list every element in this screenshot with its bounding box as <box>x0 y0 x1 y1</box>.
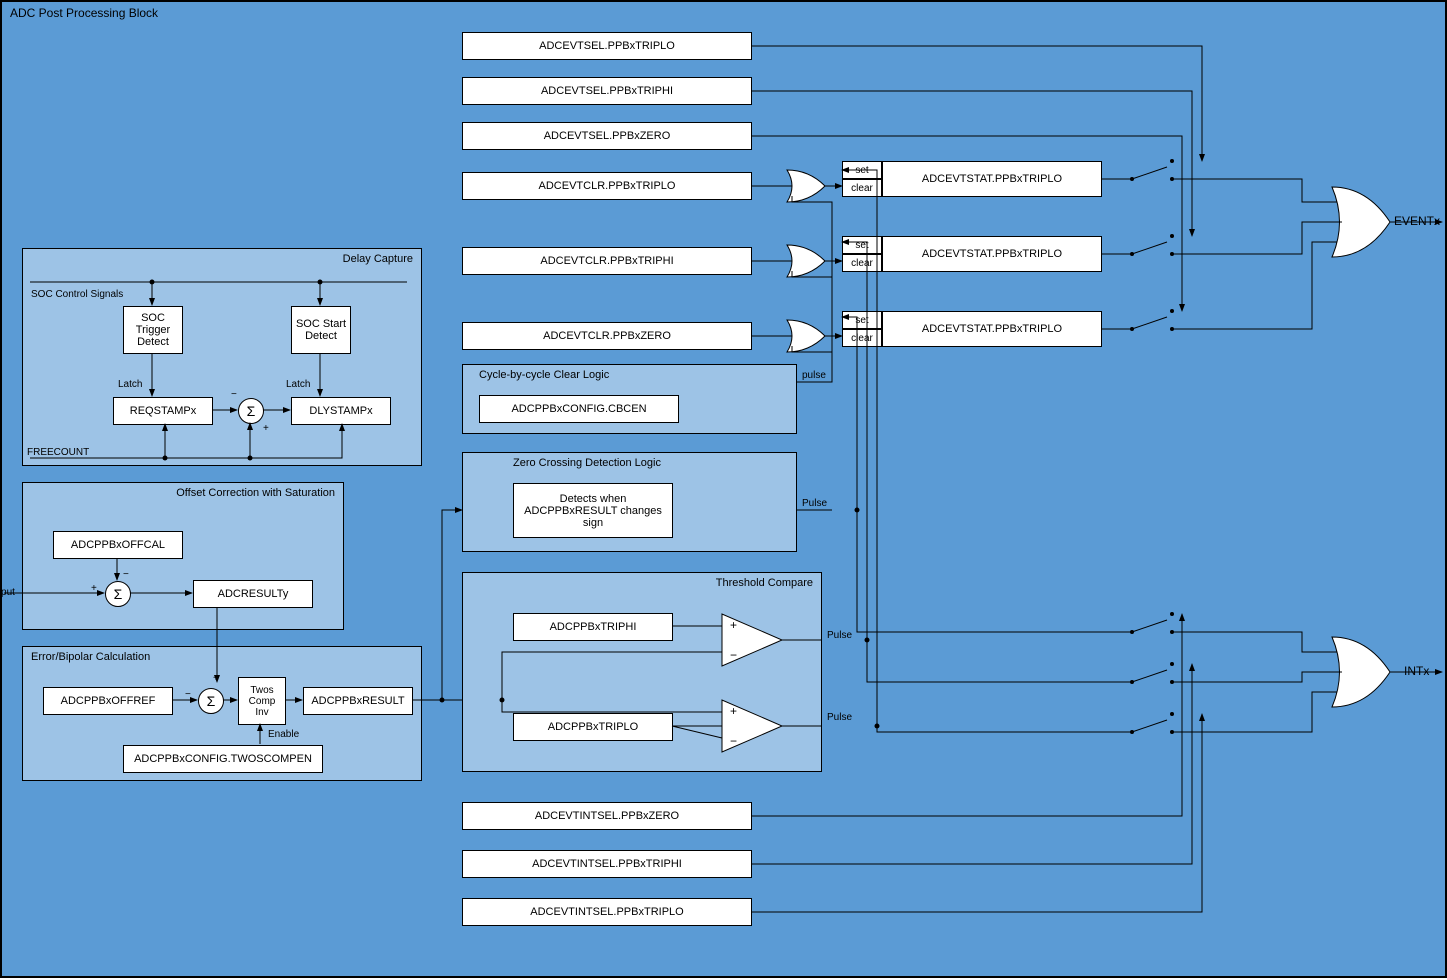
freecount-label: FREECOUNT <box>27 447 89 458</box>
zero-crossing-title: Zero Crossing Detection Logic <box>513 457 661 469</box>
cycle-clear-title: Cycle-by-cycle Clear Logic <box>479 369 609 381</box>
eventx-output: EVENTx <box>1394 214 1440 228</box>
threshold-block: Threshold Compare ADCPPBxTRIPHI ADCPPBxT… <box>462 572 822 772</box>
adcppbxresult: ADCPPBxRESULT <box>303 687 413 715</box>
reqstamp: REQSTAMPx <box>113 397 213 425</box>
reg-adcevtclr-triphi: ADCEVTCLR.PPBxTRIPHI <box>462 247 752 275</box>
adc-output-label: ADC Output <box>0 587 15 598</box>
triplo: ADCPPBxTRIPLO <box>513 713 673 741</box>
triphi: ADCPPBxTRIPHI <box>513 613 673 641</box>
clear-label-1: clear <box>842 179 882 197</box>
cycle-clear-block: Cycle-by-cycle Clear Logic ADCPPBxCONFIG… <box>462 364 797 434</box>
reg-adcevtstat-2: ADCEVTSTAT.PPBxTRIPLO <box>882 236 1102 272</box>
offcal: ADCPPBxOFFCAL <box>53 531 183 559</box>
reg-adcevtsel-triplo: ADCEVTSEL.PPBxTRIPLO <box>462 32 752 60</box>
sigma-offset: Σ <box>105 581 131 607</box>
adcresulty: ADCRESULTy <box>193 580 313 608</box>
pulse-label-3: Pulse <box>827 630 852 641</box>
reg-adcevtintsel-triphi: ADCEVTINTSEL.PPBxTRIPHI <box>462 850 752 878</box>
delay-capture-title: Delay Capture <box>343 253 413 265</box>
reg-adcevtsel-triphi: ADCEVTSEL.PPBxTRIPHI <box>462 77 752 105</box>
pulse-label-4: Pulse <box>827 712 852 723</box>
sigma-error: Σ <box>198 688 224 714</box>
reg-adcevtclr-triplo: ADCEVTCLR.PPBxTRIPLO <box>462 172 752 200</box>
reg-adcevtclr-zero: ADCEVTCLR.PPBxZERO <box>462 322 752 350</box>
plus-error: + <box>213 673 219 684</box>
delay-capture-block: Delay Capture SOC Control Signals SOC Tr… <box>22 248 422 466</box>
twoscompen: ADCPPBxCONFIG.TWOSCOMPEN <box>123 745 323 773</box>
pulse-label-2: Pulse <box>802 498 827 509</box>
plus-offset: + <box>91 583 97 594</box>
diagram-title: ADC Post Processing Block <box>10 6 158 20</box>
adc-post-processing-block: ADC Post Processing Block ADCEVTSEL.PPBx… <box>0 0 1447 978</box>
zero-detect: Detects when ADCPPBxRESULT changes sign <box>513 483 673 538</box>
pulse-label-1: pulse <box>802 370 826 381</box>
error-bipolar-title: Error/Bipolar Calculation <box>31 651 150 663</box>
reg-adcevtintsel-zero: ADCEVTINTSEL.PPBxZERO <box>462 802 752 830</box>
cbcen: ADCPPBxCONFIG.CBCEN <box>479 395 679 423</box>
offset-correction-block: Offset Correction with Saturation ADCPPB… <box>22 482 344 630</box>
sigma-delay: Σ <box>238 398 264 424</box>
latch-2: Latch <box>286 379 310 390</box>
offset-correction-title: Offset Correction with Saturation <box>176 487 335 499</box>
minus-error: − <box>185 689 191 700</box>
clear-label-2: clear <box>842 254 882 272</box>
minus-offset: − <box>123 569 129 580</box>
enable-label: Enable <box>268 729 299 740</box>
minus-delay: − <box>231 389 237 400</box>
intx-output: INTx <box>1404 664 1429 678</box>
set-label-1: set <box>842 161 882 179</box>
set-label-2: set <box>842 236 882 254</box>
plus-delay: + <box>263 423 269 434</box>
latch-1: Latch <box>118 379 142 390</box>
threshold-title: Threshold Compare <box>716 577 813 589</box>
reg-adcevtstat-1: ADCEVTSTAT.PPBxTRIPLO <box>882 161 1102 197</box>
error-bipolar-block: Error/Bipolar Calculation ADCPPBxOFFREF … <box>22 646 422 781</box>
twos-comp-inv: Twos Comp Inv <box>238 677 286 725</box>
dlystamp: DLYSTAMPx <box>291 397 391 425</box>
set-label-3: set <box>842 311 882 329</box>
reg-adcevtsel-zero: ADCEVTSEL.PPBxZERO <box>462 122 752 150</box>
clear-label-3: clear <box>842 329 882 347</box>
offref: ADCPPBxOFFREF <box>43 687 173 715</box>
zero-crossing-block: Zero Crossing Detection Logic Detects wh… <box>462 452 797 552</box>
soc-signals-label: SOC Control Signals <box>31 289 123 300</box>
reg-adcevtstat-3: ADCEVTSTAT.PPBxTRIPLO <box>882 311 1102 347</box>
soc-start-detect: SOC Start Detect <box>291 306 351 354</box>
soc-trigger-detect: SOC Trigger Detect <box>123 306 183 354</box>
reg-adcevtintsel-triplo: ADCEVTINTSEL.PPBxTRIPLO <box>462 898 752 926</box>
